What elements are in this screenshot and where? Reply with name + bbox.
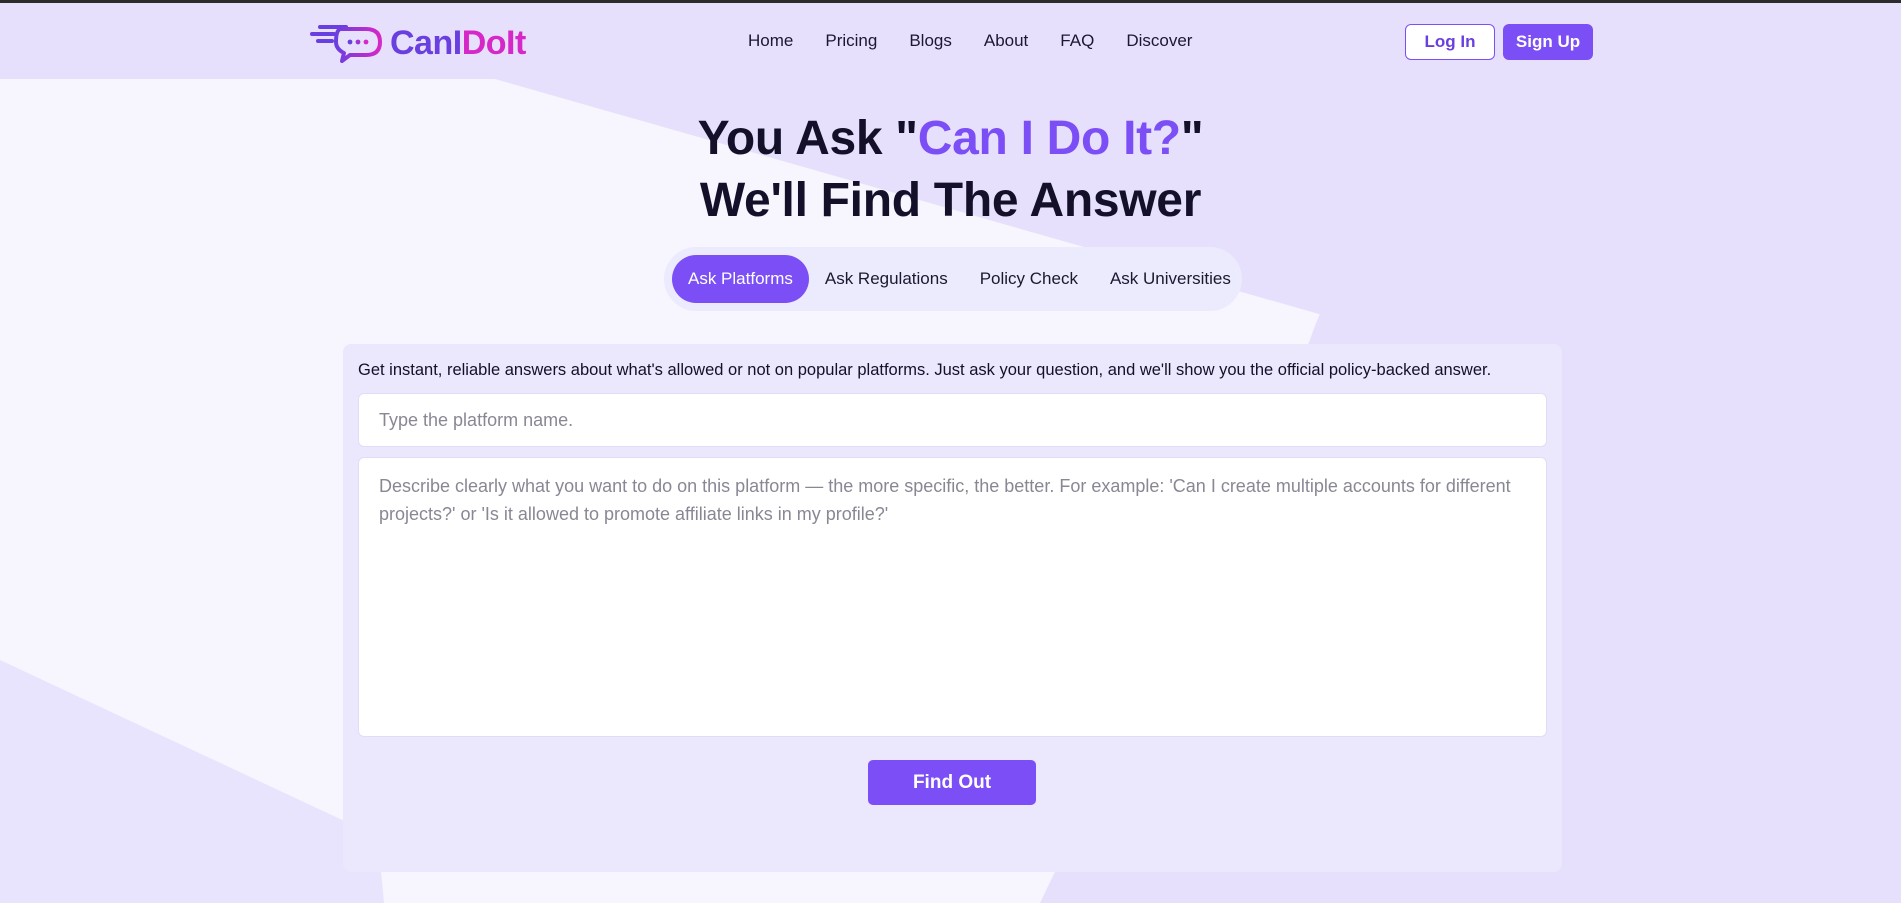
main-nav: Home Pricing Blogs About FAQ Discover [748, 30, 1192, 52]
login-button[interactable]: Log In [1405, 24, 1495, 60]
tab-ask-universities[interactable]: Ask Universities [1094, 255, 1247, 303]
signup-button[interactable]: Sign Up [1503, 24, 1593, 60]
brand-logo[interactable]: CanIDoIt [310, 23, 526, 63]
nav-pricing[interactable]: Pricing [825, 30, 877, 52]
hero-title-accent: Can I Do It? [917, 112, 1181, 165]
chat-bubble-icon [310, 25, 382, 63]
question-type-tabs: Ask Platforms Ask Regulations Policy Che… [664, 247, 1242, 311]
tab-ask-platforms[interactable]: Ask Platforms [672, 255, 809, 303]
hero-title: You Ask "Can I Do It?" We'll Find The An… [0, 108, 1901, 232]
nav-about[interactable]: About [984, 30, 1028, 52]
find-out-button[interactable]: Find Out [868, 760, 1036, 805]
brand-wordmark: CanIDoIt [390, 23, 526, 63]
hero-section: You Ask "Can I Do It?" We'll Find The An… [0, 108, 1901, 232]
hero-title-suffix: " [1180, 112, 1204, 165]
hero-subtitle: We'll Find The Answer [699, 174, 1202, 227]
form-intro-text: Get instant, reliable answers about what… [358, 361, 1492, 379]
brand-name-part2: DoIt [461, 24, 527, 62]
nav-faq[interactable]: FAQ [1060, 30, 1094, 52]
tab-policy-check[interactable]: Policy Check [964, 255, 1094, 303]
window-top-border [0, 0, 1901, 3]
hero-title-prefix: You Ask " [697, 112, 918, 165]
platform-name-input[interactable] [358, 393, 1547, 447]
site-header: CanIDoIt Home Pricing Blogs About FAQ Di… [0, 3, 1901, 79]
question-form-card: Get instant, reliable answers about what… [343, 344, 1562, 872]
tab-ask-regulations[interactable]: Ask Regulations [809, 255, 964, 303]
nav-discover[interactable]: Discover [1126, 30, 1192, 52]
nav-blogs[interactable]: Blogs [909, 30, 952, 52]
brand-name-part1: CanI [390, 24, 462, 62]
nav-home[interactable]: Home [748, 30, 793, 52]
question-description-textarea[interactable] [358, 457, 1547, 737]
